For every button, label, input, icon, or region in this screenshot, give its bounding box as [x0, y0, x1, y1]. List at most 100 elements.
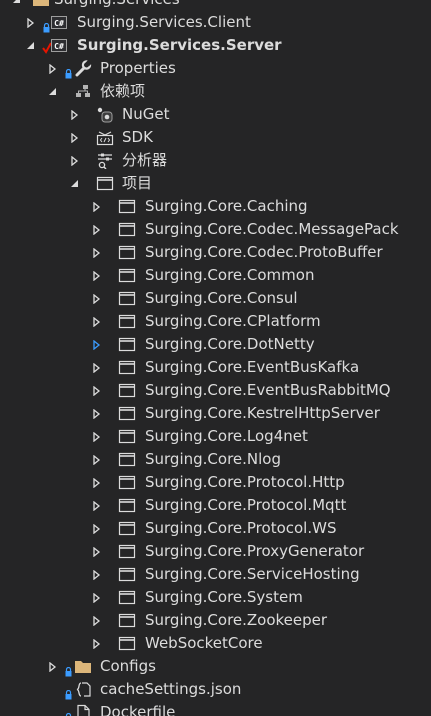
project-reference-item[interactable]: Surging.Core.DotNetty [0, 333, 431, 356]
project-reference-item[interactable]: Surging.Core.Zookeeper [0, 609, 431, 632]
sdk-row[interactable]: SDK [0, 126, 431, 149]
project-reference-item[interactable]: Surging.Core.KestrelHttpServer [0, 402, 431, 425]
dockerfile-row[interactable]: Dockerfile [0, 701, 431, 716]
chevron-right-icon[interactable] [91, 356, 103, 379]
project-references-row[interactable]: 项目 [0, 172, 431, 195]
chevron-right-icon[interactable] [91, 494, 103, 517]
solution-explorer-tree: Surging.Services C# Surging.Services.Cli… [0, 0, 431, 716]
chevron-right-icon[interactable] [91, 402, 103, 425]
chevron-right-icon[interactable] [91, 540, 103, 563]
project-ref-icon [118, 451, 136, 468]
analyzers-row[interactable]: 分析器 [0, 149, 431, 172]
json-file-icon [74, 681, 92, 698]
project-reference-item[interactable]: Surging.Core.Log4net [0, 425, 431, 448]
configs-label: Configs [100, 657, 156, 675]
chevron-down-icon[interactable] [69, 172, 81, 195]
project-reference-item[interactable]: Surging.Core.CPlatform [0, 310, 431, 333]
chevron-right-icon[interactable] [91, 379, 103, 402]
project-reference-item[interactable]: Surging.Core.Protocol.WS [0, 517, 431, 540]
dependencies-icon [74, 83, 92, 100]
project-ref-icon [118, 589, 136, 606]
project-reference-label: Surging.Core.Nlog [145, 450, 281, 468]
chevron-right-icon[interactable] [91, 264, 103, 287]
chevron-right-icon[interactable] [91, 517, 103, 540]
project-reference-item[interactable]: Surging.Core.Codec.ProtoBuffer [0, 241, 431, 264]
project-ref-icon [96, 175, 114, 192]
chevron-right-icon[interactable] [47, 57, 59, 80]
project-ref-icon [118, 198, 136, 215]
sdk-icon [96, 129, 114, 146]
project-reference-item[interactable]: Surging.Core.Protocol.Http [0, 471, 431, 494]
project-reference-item[interactable]: Surging.Core.Common [0, 264, 431, 287]
properties-label: Properties [100, 59, 176, 77]
project-reference-item[interactable]: Surging.Core.Caching [0, 195, 431, 218]
project-reference-item[interactable]: Surging.Core.Codec.MessagePack [0, 218, 431, 241]
dependencies-row[interactable]: 依赖项 [0, 80, 431, 103]
project-ref-icon [118, 474, 136, 491]
project-reference-label: Surging.Core.Common [145, 266, 315, 284]
nuget-row[interactable]: NuGet [0, 103, 431, 126]
chevron-right-icon[interactable] [91, 195, 103, 218]
configs-row[interactable]: Configs [0, 655, 431, 678]
analyzers-label: 分析器 [122, 151, 168, 169]
chevron-down-icon[interactable] [11, 0, 23, 11]
project-reference-item[interactable]: Surging.Core.ServiceHosting [0, 563, 431, 586]
chevron-right-icon[interactable] [91, 333, 103, 356]
project-row-server[interactable]: C# Surging.Services.Server [0, 34, 431, 57]
project-reference-item[interactable]: Surging.Core.ProxyGenerator [0, 540, 431, 563]
project-reference-label: Surging.Core.DotNetty [145, 335, 315, 353]
chevron-right-icon[interactable] [91, 609, 103, 632]
project-reference-label: Surging.Core.Caching [145, 197, 308, 215]
chevron-right-icon[interactable] [69, 126, 81, 149]
project-ref-icon [118, 382, 136, 399]
cache-settings-row[interactable]: cacheSettings.json [0, 678, 431, 701]
project-reference-item[interactable]: Surging.Core.System [0, 586, 431, 609]
project-reference-item[interactable]: Surging.Core.Nlog [0, 448, 431, 471]
project-reference-item[interactable]: Surging.Core.Protocol.Mqtt [0, 494, 431, 517]
chevron-down-icon[interactable] [47, 80, 59, 103]
project-ref-icon [118, 313, 136, 330]
project-reference-item[interactable]: Surging.Core.Consul [0, 287, 431, 310]
chevron-right-icon[interactable] [25, 11, 37, 34]
sdk-label: SDK [122, 128, 153, 146]
chevron-right-icon[interactable] [91, 241, 103, 264]
nuget-label: NuGet [122, 105, 170, 123]
chevron-right-icon[interactable] [91, 563, 103, 586]
lock-icon [65, 661, 72, 677]
chevron-right-icon[interactable] [91, 586, 103, 609]
project-reference-label: Surging.Core.Log4net [145, 427, 308, 445]
solution-folder-row[interactable]: Surging.Services [0, 0, 431, 11]
project-ref-icon [118, 359, 136, 376]
chevron-right-icon[interactable] [91, 218, 103, 241]
project-reference-item[interactable]: Surging.Core.EventBusRabbitMQ [0, 379, 431, 402]
chevron-right-icon[interactable] [91, 310, 103, 333]
project-reference-label: Surging.Core.System [145, 588, 303, 606]
project-reference-label: Surging.Core.CPlatform [145, 312, 321, 330]
chevron-right-icon[interactable] [91, 425, 103, 448]
folder-icon [74, 658, 92, 675]
chevron-right-icon[interactable] [91, 448, 103, 471]
properties-row[interactable]: Properties [0, 57, 431, 80]
chevron-right-icon[interactable] [91, 632, 103, 655]
lock-icon [65, 707, 72, 716]
chevron-right-icon[interactable] [69, 103, 81, 126]
project-reference-label: Surging.Core.ServiceHosting [145, 565, 360, 583]
project-label: Surging.Services.Client [77, 13, 251, 31]
project-ref-icon [118, 267, 136, 284]
csharp-project-icon: C# [51, 37, 69, 54]
chevron-right-icon[interactable] [91, 471, 103, 494]
project-row-client[interactable]: C# Surging.Services.Client [0, 11, 431, 34]
dockerfile-label: Dockerfile [100, 703, 176, 716]
project-reference-label: Surging.Core.EventBusRabbitMQ [145, 381, 391, 399]
project-ref-icon [118, 221, 136, 238]
project-ref-icon [118, 635, 136, 652]
chevron-right-icon[interactable] [91, 287, 103, 310]
project-ref-icon [118, 566, 136, 583]
project-ref-icon [118, 543, 136, 560]
chevron-down-icon[interactable] [25, 34, 37, 57]
csharp-project-icon: C# [51, 14, 69, 31]
project-reference-item[interactable]: Surging.Core.EventBusKafka [0, 356, 431, 379]
chevron-right-icon[interactable] [47, 655, 59, 678]
chevron-right-icon[interactable] [69, 149, 81, 172]
project-reference-item[interactable]: WebSocketCore [0, 632, 431, 655]
